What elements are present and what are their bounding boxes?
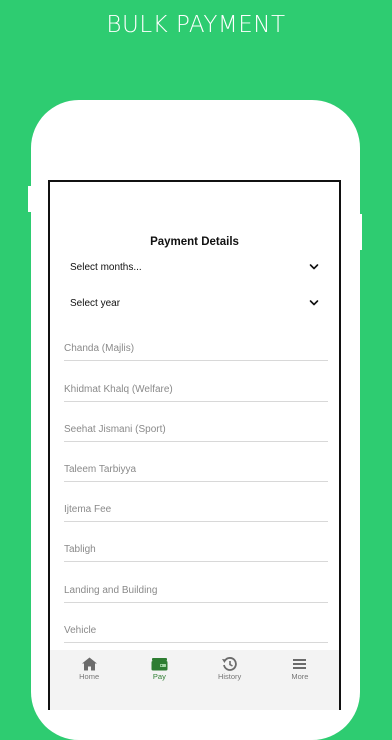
field-placeholder: Seehat Jismani (Sport) (64, 424, 166, 435)
tab-history[interactable]: History (198, 650, 262, 710)
menu-icon (293, 659, 307, 669)
vehicle-field[interactable]: Vehicle (64, 616, 328, 643)
year-select[interactable]: Select year (70, 294, 320, 312)
seehat-jismani-field[interactable]: Seehat Jismani (Sport) (64, 415, 328, 442)
chanda-majlis-field[interactable]: Chanda (Majlis) (64, 334, 328, 361)
tab-pay-label: Pay (152, 672, 166, 681)
tab-more[interactable]: More (268, 650, 332, 710)
wallet-icon (151, 658, 168, 671)
tab-pay[interactable]: Pay (127, 650, 191, 710)
chevron-down-icon (309, 300, 319, 306)
tab-history-label: History (217, 672, 242, 681)
field-placeholder: Ijtema Fee (64, 504, 112, 515)
month-select[interactable]: Select months... (70, 258, 320, 276)
field-placeholder: Taleem Tarbiyya (64, 464, 137, 475)
tab-home-label: Home (79, 672, 100, 681)
chevron-down-icon (309, 264, 319, 270)
phone-side-button-left (28, 186, 32, 212)
field-placeholder: Vehicle (64, 625, 97, 636)
month-select-value: Select months... (70, 261, 142, 273)
bottom-tab-bar: Home Pay History More (50, 650, 339, 710)
landing-building-field[interactable]: Landing and Building (64, 576, 328, 603)
banner-title: BULK PAYMENT (106, 12, 286, 38)
field-placeholder: Khidmat Khalq (Welfare) (64, 384, 173, 395)
field-placeholder: Landing and Building (64, 585, 158, 596)
year-select-value: Select year (70, 297, 121, 309)
page-title: Payment Details (150, 236, 239, 248)
phone-side-button-right (358, 214, 362, 250)
tab-home[interactable]: Home (57, 650, 121, 710)
ijtema-fee-field[interactable]: Ijtema Fee (64, 495, 328, 522)
khidmat-khalq-field[interactable]: Khidmat Khalq (Welfare) (64, 375, 328, 402)
app-screen: Payment Details Select months... Select … (48, 180, 341, 710)
tab-more-label: More (291, 672, 309, 681)
history-icon (222, 657, 237, 671)
field-placeholder: Chanda (Majlis) (64, 343, 135, 354)
field-placeholder: Tabligh (64, 544, 96, 555)
tabligh-field[interactable]: Tabligh (64, 535, 328, 562)
home-icon (81, 657, 97, 671)
taleem-tarbiyya-field[interactable]: Taleem Tarbiyya (64, 455, 328, 482)
